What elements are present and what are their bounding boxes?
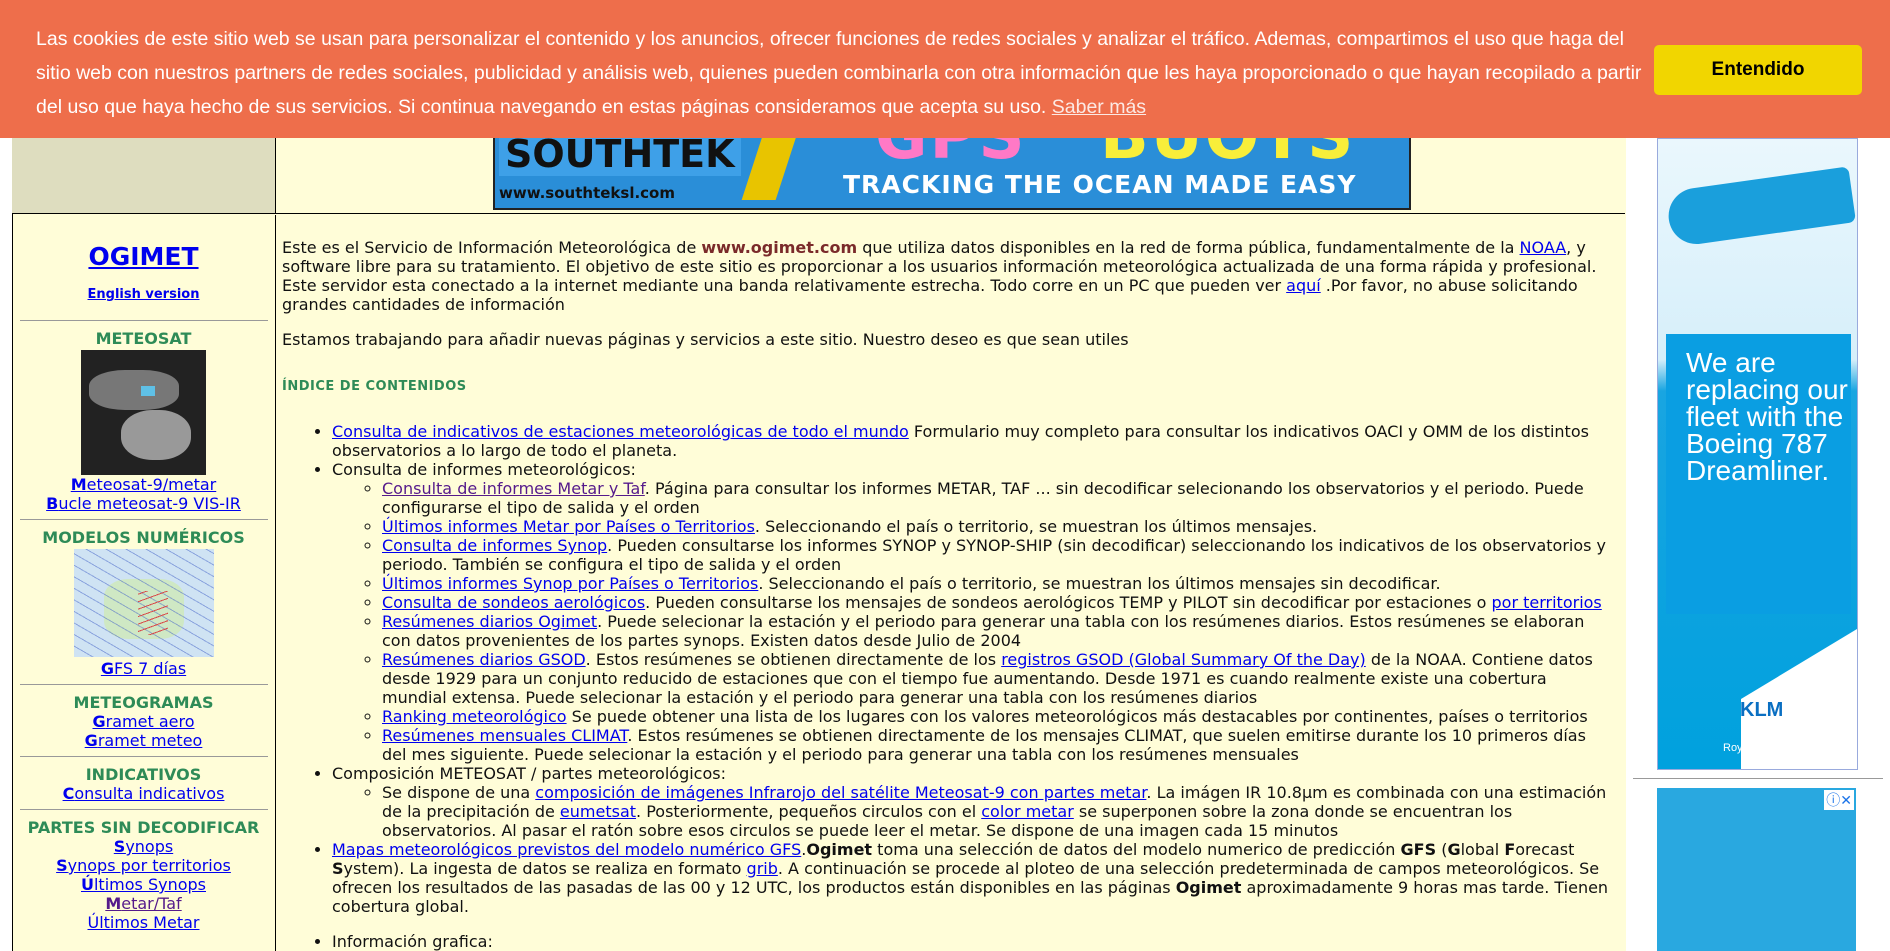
- sidebar-link-ultimos-metar[interactable]: Últimos Metar: [12, 913, 275, 932]
- meteosat-thumbnail[interactable]: [81, 350, 206, 475]
- sidebar-link-gramet-meteo[interactable]: Gramet meteo: [12, 731, 275, 750]
- sidebar-link-gfs[interactable]: GFS 7 días: [12, 659, 275, 678]
- meteogramas-heading: METEOGRAMAS: [73, 693, 214, 712]
- banner-url: www.southteksl.com: [499, 184, 675, 202]
- noaa-link[interactable]: NOAA: [1520, 238, 1567, 257]
- working-paragraph: Estamos trabajando para añadir nuevas pá…: [282, 330, 1129, 349]
- banner-brand: SOUTHTEK: [499, 132, 741, 176]
- sidebar-link-synops-territorios[interactable]: Synops por territorios: [12, 856, 275, 875]
- climat-link[interactable]: Resúmenes mensuales CLIMAT: [382, 726, 627, 745]
- sidebar-divider: [19, 320, 268, 321]
- site-name: www.ogimet.com: [701, 238, 858, 257]
- modelos-heading: MODELOS NUMÉRICOS: [42, 528, 245, 547]
- list-item: Mapas meteorológicos previstos del model…: [332, 840, 1615, 916]
- partes-heading: PARTES SIN DECODIFICAR: [27, 818, 260, 837]
- sidebar-link-meteosat-metar[interactable]: Meteosat-9/metar: [12, 475, 275, 494]
- klm-logo: KLM: [1740, 699, 1784, 721]
- ad-tagline: Royal Dutch Airlines: [1723, 742, 1822, 754]
- eumetsat-link[interactable]: eumetsat: [560, 802, 636, 821]
- metar-taf-link[interactable]: Consulta de informes Metar y Taf: [382, 479, 645, 498]
- sidebar-link-metar-taf[interactable]: Metar/Taf: [12, 894, 275, 913]
- klm-ad[interactable]: We are replacing our fleet with the Boei…: [1657, 138, 1858, 770]
- sidebar-link-bucle-meteosat[interactable]: Bucle meteosat-9 VIS-IR: [12, 494, 275, 513]
- sidebar-divider: [19, 756, 268, 757]
- cookie-message: Las cookies de este sitio web se usan pa…: [36, 28, 1642, 118]
- ad-text: We are replacing our fleet with the Boei…: [1686, 347, 1848, 486]
- grib-link[interactable]: grib: [747, 859, 778, 878]
- sidebar-divider: [19, 684, 268, 685]
- gfs-map-thumbnail[interactable]: [73, 549, 214, 657]
- sidebar-divider: [19, 809, 268, 810]
- ranking-link[interactable]: Ranking meteorológico: [382, 707, 567, 726]
- list-item: Resúmenes diarios Ogimet. Puede selecion…: [382, 612, 1615, 650]
- sondeos-link[interactable]: Consulta de sondeos aerológicos: [382, 593, 645, 612]
- sidebar-link-gramet-aero[interactable]: Gramet aero: [12, 712, 275, 731]
- list-item: Consulta de indicativos de estaciones me…: [332, 422, 1615, 460]
- list-item: Últimos informes Synop por Países o Terr…: [382, 574, 1615, 593]
- consulta-indicativos-link[interactable]: Consulta de indicativos de estaciones me…: [332, 422, 909, 441]
- ultimos-metar-link[interactable]: Últimos informes Metar por Países o Terr…: [382, 517, 755, 536]
- list-item: Ranking meteorológico Se puede obtener u…: [382, 707, 1615, 726]
- composicion-meteosat-link[interactable]: composición de imágenes Infrarojo del sa…: [535, 783, 1146, 802]
- contents-list-2: Información grafica:: [282, 932, 1615, 951]
- site-title: OGIMET: [12, 242, 275, 271]
- resumenes-ogimet-link[interactable]: Resúmenes diarios Ogimet: [382, 612, 597, 631]
- english-version: English version: [12, 287, 275, 302]
- gsod-registros-link[interactable]: registros GSOD (Global Summary Of the Da…: [1001, 650, 1366, 669]
- buoy-icon: [741, 130, 799, 200]
- list-item: Consulta de informes Metar y Taf. Página…: [382, 479, 1615, 517]
- adchoices-icon[interactable]: ⓘ✕: [1824, 790, 1854, 810]
- list-item: Últimos informes Metar por Países o Terr…: [382, 517, 1615, 536]
- intro-paragraph: Este es el Servicio de Información Meteo…: [282, 238, 1597, 314]
- gfs-maps-link[interactable]: Mapas meteorológicos previstos del model…: [332, 840, 801, 859]
- ultimos-synop-link[interactable]: Últimos informes Synop por Países o Terr…: [382, 574, 758, 593]
- sidebar-link-consulta-indicativos[interactable]: Consulta indicativos: [12, 784, 275, 803]
- accept-cookies-button[interactable]: Entendido: [1654, 45, 1862, 95]
- list-item: Se dispone de una composición de imágene…: [382, 783, 1615, 840]
- banner-tagline: TRACKING THE OCEAN MADE EASY: [843, 170, 1357, 199]
- list-item: Resúmenes mensuales CLIMAT. Estos resúme…: [382, 726, 1615, 764]
- color-metar-link[interactable]: color metar: [981, 802, 1074, 821]
- aqui-link[interactable]: aquí: [1286, 276, 1321, 295]
- list-item: Consulta de informes meteorológicos: Con…: [332, 460, 1615, 764]
- sidebar: OGIMET English version METEOSAT Meteosat…: [12, 215, 276, 951]
- sidebar-link-ultimos-synops[interactable]: Últimos Synops: [12, 875, 275, 894]
- site-title-link[interactable]: OGIMET: [88, 242, 198, 271]
- second-ad[interactable]: ⓘ✕: [1657, 788, 1856, 951]
- list-item: Resúmenes diarios GSOD. Estos resúmenes …: [382, 650, 1615, 707]
- resumenes-gsod-link[interactable]: Resúmenes diarios GSOD: [382, 650, 586, 669]
- learn-more-link[interactable]: Saber más: [1052, 96, 1146, 118]
- list-item: Consulta de informes Synop. Pueden consu…: [382, 536, 1615, 574]
- sondeos-territorios-link[interactable]: por territorios: [1492, 593, 1602, 612]
- indicativos-heading: INDICATIVOS: [85, 765, 202, 784]
- contents-list: Consulta de indicativos de estaciones me…: [282, 422, 1615, 916]
- list-item: Consulta de sondeos aerológicos. Pueden …: [382, 593, 1615, 612]
- airplane-icon: [1665, 166, 1856, 248]
- synop-link[interactable]: Consulta de informes Synop: [382, 536, 607, 555]
- right-divider: [1633, 778, 1883, 779]
- sidebar-link-synops[interactable]: Synops: [12, 837, 275, 856]
- sidebar-divider: [19, 519, 268, 520]
- index-title: ÍNDICE DE CONTENIDOS: [282, 379, 467, 394]
- english-version-link[interactable]: English version: [88, 287, 200, 302]
- cookie-banner: Las cookies de este sitio web se usan pa…: [0, 0, 1890, 138]
- meteosat-heading: METEOSAT: [95, 329, 192, 348]
- list-item: Información grafica:: [332, 932, 1615, 951]
- list-item: Composición METEOSAT / partes meteorológ…: [332, 764, 1615, 840]
- main-content: Este es el Servicio de Información Meteo…: [282, 238, 1615, 951]
